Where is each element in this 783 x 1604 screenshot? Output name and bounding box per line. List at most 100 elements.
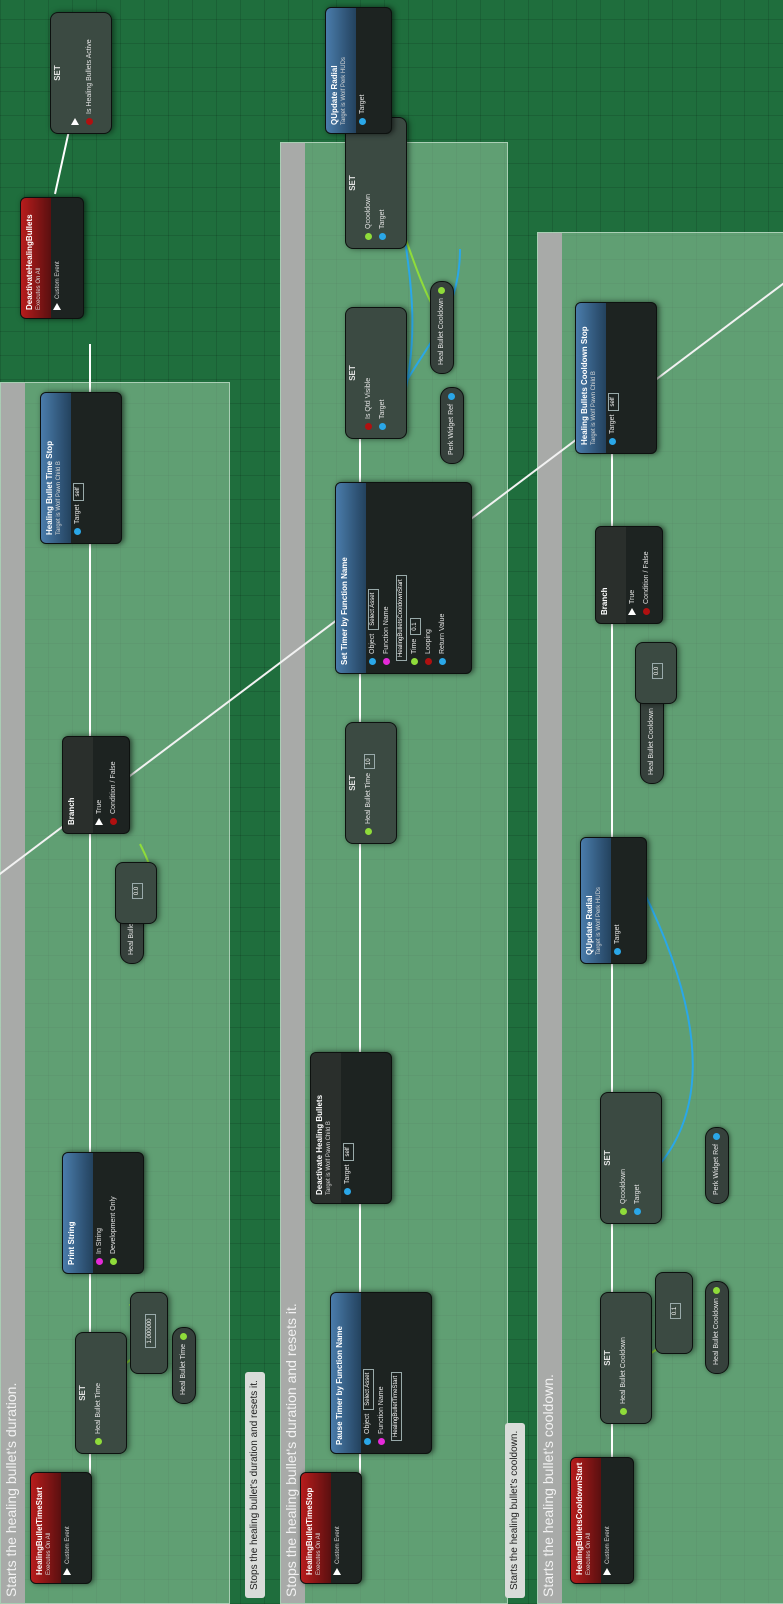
target-pin[interactable]: Target [631, 1093, 645, 1223]
pin-label: Function Name [378, 1386, 385, 1434]
healing-bullet-time-stop-event[interactable]: HealingBulletTimeStop Executes On All Cu… [300, 1472, 362, 1584]
healing-bullet-time-start-event[interactable]: HealingBulletTimeStart Executes On All C… [30, 1472, 92, 1584]
target-pin[interactable]: Target self [341, 1053, 355, 1203]
perk-widget-ref-getter[interactable]: Perk Widget Ref [705, 1127, 729, 1204]
function-name-value[interactable]: HealingBulletsCooldownStart [394, 483, 408, 673]
set-heal-bullet-time-reset-node[interactable]: SET Heal Bullet Time 10 [345, 722, 397, 844]
object-pin-icon [378, 233, 386, 240]
perk-widget-ref-getter[interactable]: Perk Widget Ref [440, 387, 464, 464]
less-equal-node[interactable]: 0.0 [635, 642, 677, 704]
development-only-pin[interactable]: Development Only [107, 1153, 121, 1273]
exec-out-pin[interactable]: Custom Event [61, 1473, 75, 1583]
node-title: Branch [67, 797, 76, 825]
pin-label: Heal Bullet Time [365, 773, 372, 824]
float-pin-row[interactable]: Heal Bullet Cooldown [617, 1293, 631, 1423]
value-field[interactable]: 1.000000 [145, 1314, 156, 1348]
heal-bullet-time-getter[interactable]: Heal Bullet Time [172, 1327, 196, 1404]
qupdate-radial-top-call[interactable]: QUpdate Radial Target is Wolf Perk HUDs … [325, 7, 392, 134]
float-pin-row[interactable]: Heal Bullet Time [92, 1333, 106, 1453]
set-heal-bullet-cooldown-node[interactable]: SET Heal Bullet Cooldown [600, 1292, 652, 1424]
function-name-pin[interactable]: Function Name [380, 483, 394, 673]
float-pin-row[interactable]: Qcooldown [617, 1093, 631, 1223]
target-pin[interactable]: Target [611, 838, 625, 963]
return-value-pin[interactable]: Return Value [436, 483, 450, 673]
float-pin-icon [364, 233, 372, 240]
function-name-value[interactable]: HealingBulletTimeStart [389, 1293, 403, 1453]
target-pin[interactable]: Target [356, 8, 370, 133]
value-field[interactable]: self [343, 1143, 354, 1161]
value-field[interactable]: self [608, 393, 619, 411]
in-string-pin[interactable]: In String [93, 1153, 107, 1273]
heal-bullet-cooldown-getter[interactable]: Heal Bullet Cooldown [705, 1281, 729, 1374]
asset-select[interactable]: Select Asset [363, 1368, 374, 1410]
value-field[interactable]: self [73, 483, 84, 501]
bool-pin-row[interactable]: Is Healing Bullets Active [83, 13, 97, 133]
object-pin-icon [713, 1133, 720, 1141]
pin-label: Return Value [439, 613, 446, 654]
print-string-node[interactable]: Print String In String Development Only [62, 1152, 144, 1274]
pin-label: Target [344, 1164, 351, 1184]
asset-select[interactable]: Select Asset [368, 588, 379, 630]
true-pin[interactable]: True [626, 527, 640, 623]
object-pin[interactable]: Object Select Asset [361, 1293, 375, 1453]
false-pin[interactable]: Condition / False [107, 737, 121, 833]
exec-out-pin[interactable]: Custom Event [601, 1458, 615, 1583]
bool-pin-row[interactable]: Is Qtd Visible [362, 308, 376, 438]
node-subtitle: Executes On All [46, 1532, 52, 1575]
value-field[interactable]: 10 [364, 754, 375, 770]
pin-label: Target [74, 504, 81, 524]
blueprint-canvas[interactable]: Starts the healing bullet's duration. St… [0, 0, 783, 1604]
subtract-node[interactable]: 0.1 [655, 1272, 693, 1354]
value-field[interactable]: 0.1 [410, 618, 421, 635]
pause-timer-node[interactable]: Pause Timer by Function Name Object Selec… [330, 1292, 432, 1454]
exec-out-pin[interactable]: Custom Event [51, 198, 65, 318]
subtract-node[interactable]: 1.000000 [130, 1292, 168, 1374]
value-field[interactable]: 0.0 [132, 882, 143, 900]
object-pin-icon [363, 1438, 371, 1445]
target-pin[interactable]: Target self [606, 303, 620, 453]
set-qcooldown-node[interactable]: SET Qcooldown Target [600, 1092, 662, 1224]
target-pin[interactable]: Target [376, 308, 390, 438]
float-pin-row[interactable]: Heal Bullet Time 10 [362, 723, 376, 843]
object-pin[interactable]: Object Select Asset [366, 483, 380, 673]
node-subtitle: Custom Event [335, 1526, 341, 1564]
time-pin[interactable]: Time 0.1 [408, 483, 422, 673]
heal-bullet-cooldown-getter[interactable]: Heal Bullet Cooldown [640, 691, 664, 784]
exec-out-pin[interactable]: Custom Event [331, 1473, 345, 1583]
value-field[interactable]: 0.0 [652, 662, 663, 680]
false-pin[interactable]: Condition / False [640, 527, 654, 623]
object-pin-icon [448, 393, 455, 401]
set-is-qtd-visible-node[interactable]: SET Is Qtd Visible Target [345, 307, 407, 439]
target-pin[interactable]: Target self [71, 393, 85, 543]
event-graph[interactable]: Starts the healing bullet's duration. St… [0, 0, 783, 1604]
float-pin-row[interactable]: Qcooldown [362, 118, 376, 248]
pin-label: Target [379, 399, 386, 419]
set-qcooldown-node[interactable]: SET Qcooldown Target [345, 117, 407, 249]
branch-node[interactable]: Branch True Condition / False [595, 526, 663, 624]
pin-label: Qcooldown [620, 1168, 627, 1204]
deactivate-healing-bullets-event[interactable]: DeactivateHealingBullets Executes On All… [20, 197, 84, 319]
target-pin[interactable]: Target [376, 118, 390, 248]
node-title: Healing Bullets Cooldown Stop [580, 326, 589, 445]
set-timer-by-function-name-node[interactable]: Set Timer by Function Name Object Select … [335, 482, 472, 674]
healing-bullet-time-stop-call[interactable]: Healing Bullet Time Stop Target is Wolf … [40, 392, 122, 544]
value-field[interactable]: HealingBulletsCooldownStart [396, 575, 407, 661]
true-pin[interactable]: True [93, 737, 107, 833]
qupdate-radial-bottom-call[interactable]: QUpdate Radial Target is Wolf Perk HUDs … [580, 837, 647, 964]
value-field[interactable]: 0.1 [670, 1302, 681, 1320]
heal-bullet-cooldown-getter[interactable]: Heal Bullet Cooldown [430, 281, 454, 374]
set-healing-bullets-active-node[interactable]: SET Is Healing Bullets Active [50, 12, 112, 134]
healing-bullets-cooldown-stop-call[interactable]: Healing Bullets Cooldown Stop Target is … [575, 302, 657, 454]
pin-label: Object [364, 1413, 371, 1434]
branch-node[interactable]: Branch True Condition / False [62, 736, 130, 834]
less-equal-node[interactable]: 0.0 [115, 862, 157, 924]
exec-in-pin[interactable] [69, 13, 83, 133]
set-label: SET [348, 175, 357, 191]
var-label: Heal Bullet Cooldown [438, 298, 445, 365]
value-field[interactable]: HealingBulletTimeStart [391, 1371, 402, 1441]
deactivate-healing-bullets-call[interactable]: Deactivate Healing Bullets Target is Wol… [310, 1052, 392, 1204]
set-heal-bullet-time-node[interactable]: SET Heal Bullet Time [75, 1332, 127, 1454]
looping-pin[interactable]: Looping [422, 483, 436, 673]
function-name-pin[interactable]: Function Name [375, 1293, 389, 1453]
healing-bullets-cooldown-start-event[interactable]: HealingBulletsCooldownStart Executes On … [570, 1457, 634, 1584]
